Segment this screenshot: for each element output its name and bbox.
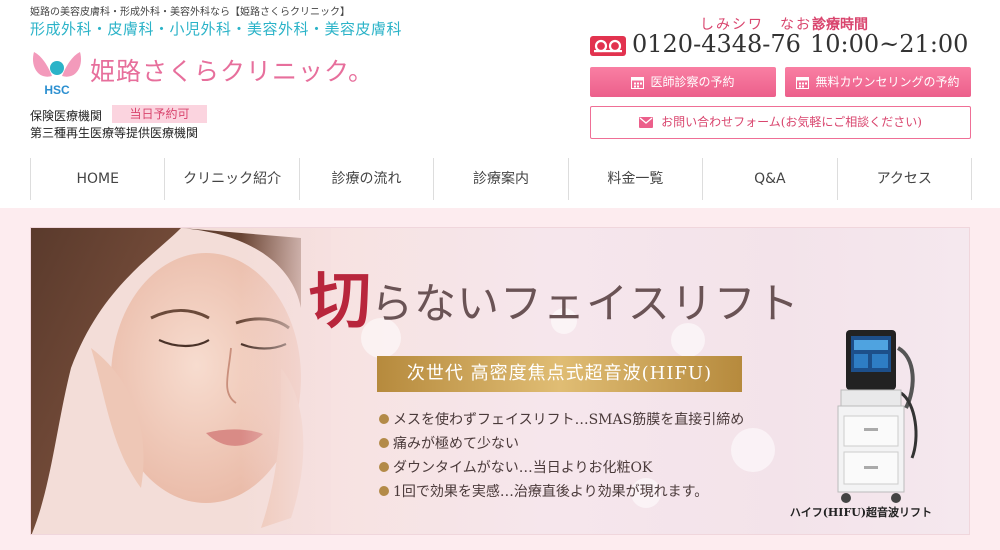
hero-banner[interactable]: 切らないフェイスリフト 次世代 高密度焦点式超音波(HIFU) メスを使わずフェ… <box>30 227 970 535</box>
insurance-label: 保険医療機関 <box>30 109 103 123</box>
hifu-subtitle: 次世代 高密度焦点式超音波(HIFU) <box>377 356 742 392</box>
clinic-name[interactable]: 姫路さくらクリニック。 <box>90 52 374 88</box>
site-tagline: 姫路の美容皮膚科・形成外科・美容外科なら【姫路さくらクリニック】 <box>30 7 350 18</box>
feature-list: メスを使わずフェイスリフト…SMAS筋膜を直接引締め 痛みが極めて少ない ダウン… <box>379 408 744 504</box>
bullet-icon <box>379 414 389 424</box>
bullet-icon <box>379 462 389 472</box>
feature-item: ダウンタイムがない…当日よりお化粧OK <box>379 456 744 480</box>
department-list: 形成外科・皮膚科・小児外科・美容外科・美容皮膚科 <box>30 20 403 38</box>
doctor-appointment-button[interactable]: 医師診察の予約 <box>590 67 776 97</box>
nav-item-clinic-intro[interactable]: クリニック紹介 <box>165 158 300 200</box>
mail-icon <box>639 117 654 128</box>
nav-item-access[interactable]: アクセス <box>838 158 972 200</box>
calendar-icon <box>631 77 645 89</box>
freedial-icon <box>590 36 626 56</box>
doctor-appointment-label: 医師診察の予約 <box>650 75 735 89</box>
page: 姫路の美容皮膚科・形成外科・美容外科なら【姫路さくらクリニック】 形成外科・皮膚… <box>0 0 1000 550</box>
nav-item-home[interactable]: HOME <box>31 158 166 200</box>
hifu-device-icon <box>837 330 918 503</box>
inquiry-form-label: お問い合わせフォーム(お気軽にご相談ください) <box>661 115 922 129</box>
regenerative-medicine-label: 第三種再生医療等提供医療機関 <box>30 126 199 140</box>
counseling-appointment-button[interactable]: 無料カウンセリングの予約 <box>785 67 971 97</box>
bullet-icon <box>379 438 389 448</box>
model-face-image <box>31 228 331 534</box>
phone-number[interactable]: 0120-4348-76 <box>632 30 801 58</box>
nav-item-qa[interactable]: Q&A <box>703 158 838 200</box>
feature-item: 痛みが極めて少ない <box>379 432 744 456</box>
calendar-icon <box>796 77 810 89</box>
feature-item: メスを使わずフェイスリフト…SMAS筋膜を直接引締め <box>379 408 744 432</box>
headline-rest: らないフェイスリフト <box>371 279 800 328</box>
hero-headline: 切らないフェイスリフト <box>309 250 800 340</box>
nav-item-treatments[interactable]: 診療案内 <box>434 158 569 200</box>
inquiry-form-button[interactable]: お問い合わせフォーム(お気軽にご相談ください) <box>590 106 971 139</box>
clinic-logo-icon[interactable]: HSC <box>28 46 86 96</box>
device-caption: ハイフ(HIFU)超音波リフト <box>789 506 933 519</box>
same-day-badge: 当日予約可 <box>112 105 207 123</box>
bullet-icon <box>379 486 389 496</box>
counseling-appointment-label: 無料カウンセリングの予約 <box>815 75 960 89</box>
logo-abbr: HSC <box>44 83 70 96</box>
headline-first-char: 切 <box>309 264 372 337</box>
nav-item-treatment-flow[interactable]: 診療の流れ <box>300 158 435 200</box>
feature-item: 1回で効果を実感…治療直後より効果が現れます。 <box>379 480 744 504</box>
nav-item-pricing[interactable]: 料金一覧 <box>569 158 704 200</box>
business-hours: 10:00~21:00 <box>810 30 969 58</box>
main-nav: HOME クリニック紹介 診療の流れ 診療案内 料金一覧 Q&A アクセス <box>30 158 972 200</box>
